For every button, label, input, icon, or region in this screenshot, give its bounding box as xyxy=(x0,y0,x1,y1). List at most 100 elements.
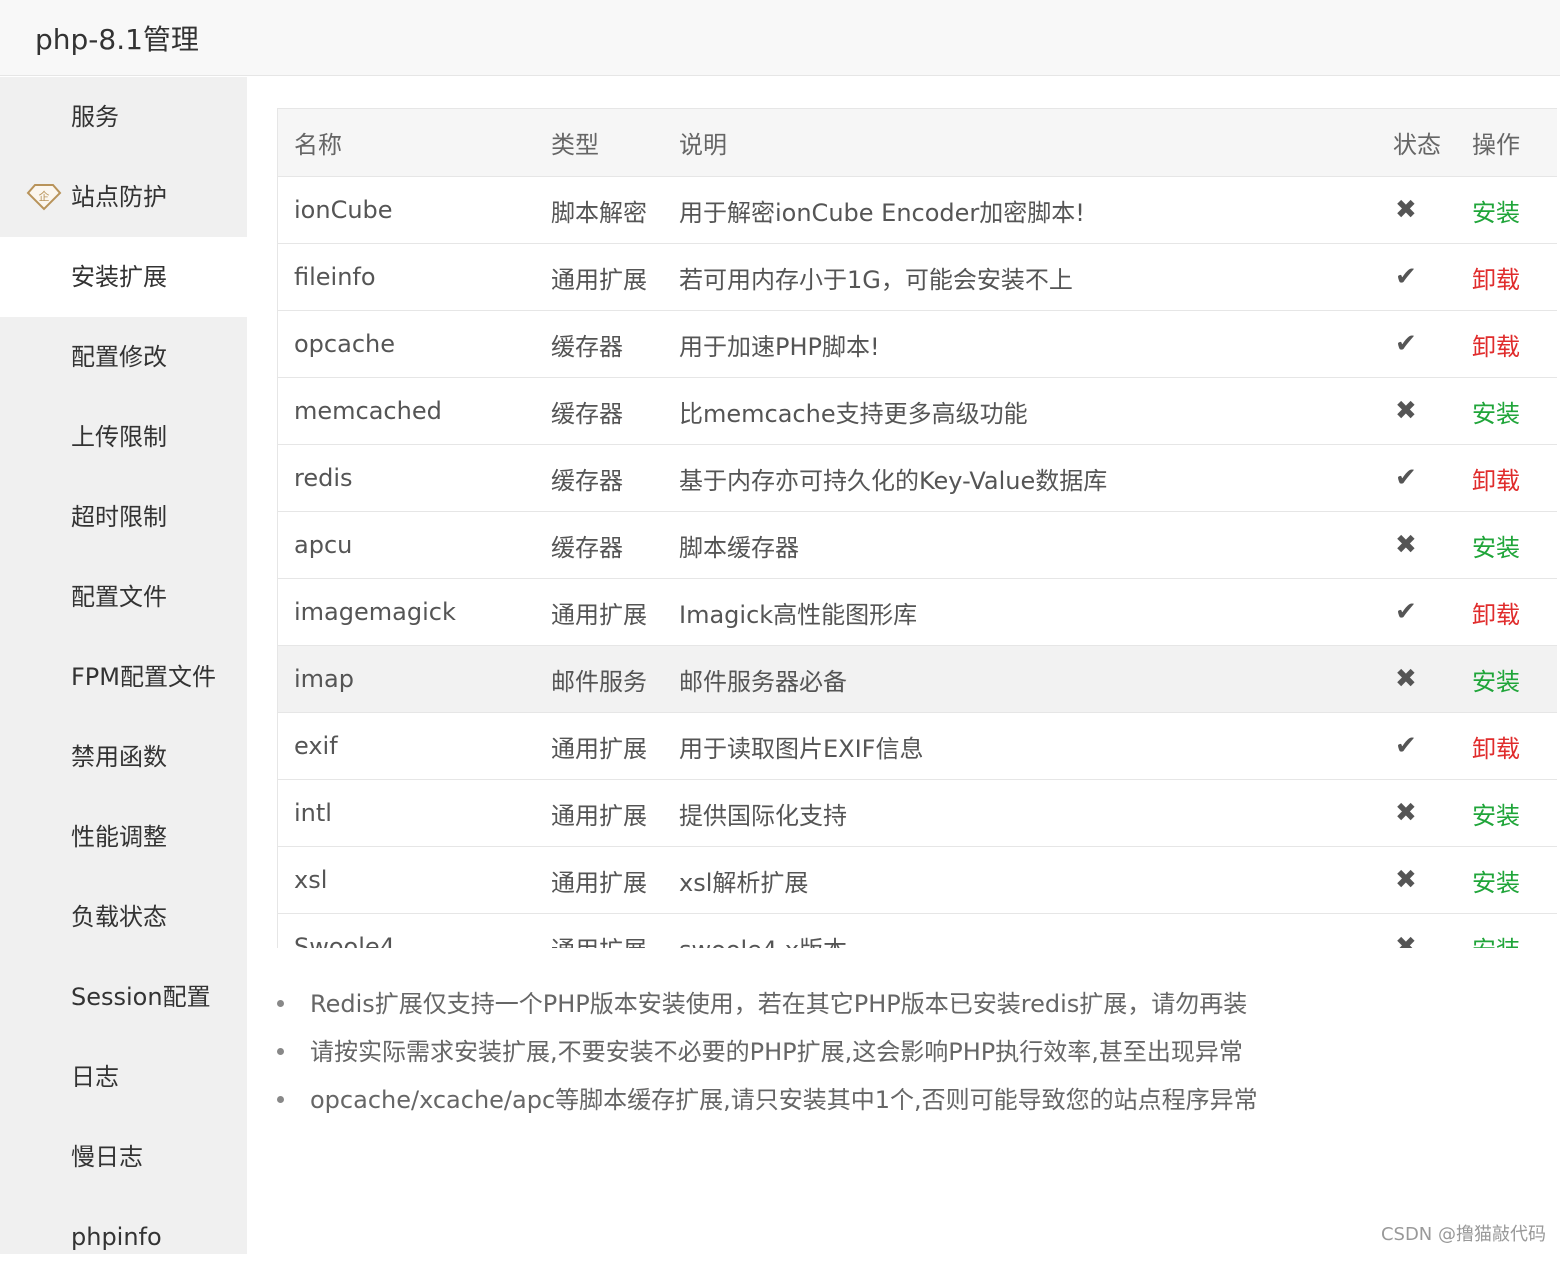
sidebar-item-label: 禁用函数 xyxy=(71,743,167,771)
not-installed-x-icon: ✖ xyxy=(1395,664,1417,694)
sidebar-item-performance-tuning[interactable]: 性能调整 xyxy=(0,797,247,877)
svg-text:企: 企 xyxy=(39,189,50,203)
extension-name: exif xyxy=(278,712,551,780)
extension-type: 邮件服务 xyxy=(551,645,679,713)
column-header-name: 名称 xyxy=(278,109,551,177)
sidebar-item-config-file[interactable]: 配置文件 xyxy=(0,557,247,637)
table-header-row: 名称 类型 说明 状态 操作 xyxy=(278,109,1557,177)
install-button[interactable]: 安装 xyxy=(1472,802,1520,830)
extension-type: 缓存器 xyxy=(551,444,679,512)
extension-name: ionCube xyxy=(278,176,551,244)
window-titlebar: php-8.1管理 xyxy=(0,0,1560,76)
not-installed-x-icon: ✖ xyxy=(1395,530,1417,560)
extension-description: 脚本缓存器 xyxy=(679,511,1393,579)
table-row: xsl 通用扩展 xsl解析扩展 ✖ 安装 xyxy=(278,846,1557,914)
uninstall-button[interactable]: 卸载 xyxy=(1472,333,1520,361)
sidebar-item-session-config[interactable]: Session配置 xyxy=(0,957,247,1037)
extension-description: xsl解析扩展 xyxy=(679,846,1393,914)
uninstall-button[interactable]: 卸载 xyxy=(1472,735,1520,763)
sidebar-item-label: FPM配置文件 xyxy=(71,663,216,691)
table-row: exif 通用扩展 用于读取图片EXIF信息 ✔ 卸载 xyxy=(278,712,1557,780)
extension-type: 缓存器 xyxy=(551,377,679,445)
extension-description: 用于解密ionCube Encoder加密脚本! xyxy=(679,176,1393,244)
uninstall-button[interactable]: 卸载 xyxy=(1472,266,1520,294)
sidebar-item-label: 负载状态 xyxy=(71,903,167,931)
extension-description: swoole4.x版本 xyxy=(679,913,1393,948)
sidebar-item-label: 性能调整 xyxy=(71,823,167,851)
sidebar-item-fpm-config-file[interactable]: FPM配置文件 xyxy=(0,637,247,717)
sidebar-item-service[interactable]: 服务 xyxy=(0,77,247,157)
sidebar: 服务 企 站点防护 安装扩展 配置修改 上传限制 超时限制 配置文件 FPM配置… xyxy=(0,77,247,1254)
sidebar-item-phpinfo[interactable]: phpinfo xyxy=(0,1197,247,1277)
sidebar-item-load-status[interactable]: 负载状态 xyxy=(0,877,247,957)
table-row-hovered: imap 邮件服务 邮件服务器必备 ✖ 安装 xyxy=(278,645,1557,713)
extension-type: 通用扩展 xyxy=(551,712,679,780)
tip-text: Redis扩展仅支持一个PHP版本安装使用，若在其它PHP版本已安装redis扩… xyxy=(310,990,1248,1018)
window-title: php-8.1管理 xyxy=(35,23,199,56)
extension-description: 用于加速PHP脚本! xyxy=(679,310,1393,378)
install-button[interactable]: 安装 xyxy=(1472,400,1520,428)
uninstall-button[interactable]: 卸载 xyxy=(1472,467,1520,495)
table-row: intl 通用扩展 提供国际化支持 ✖ 安装 xyxy=(278,779,1557,847)
tip-text: opcache/xcache/apc等脚本缓存扩展,请只安装其中1个,否则可能导… xyxy=(310,1086,1258,1114)
not-installed-x-icon: ✖ xyxy=(1395,865,1417,895)
extension-name: apcu xyxy=(278,511,551,579)
sidebar-item-slow-log[interactable]: 慢日志 xyxy=(0,1117,247,1197)
install-button[interactable]: 安装 xyxy=(1472,199,1520,227)
extension-type: 通用扩展 xyxy=(551,578,679,646)
sidebar-item-label: 配置修改 xyxy=(71,343,167,371)
column-header-operation: 操作 xyxy=(1472,109,1557,177)
sidebar-item-label: Session配置 xyxy=(71,983,211,1011)
extension-description: 用于读取图片EXIF信息 xyxy=(679,712,1393,780)
bullet-dot-icon xyxy=(277,1096,284,1103)
extension-name: Swoole4 xyxy=(278,913,551,948)
installed-check-icon: ✔ xyxy=(1395,731,1417,761)
tip-item: opcache/xcache/apc等脚本缓存扩展,请只安装其中1个,否则可能导… xyxy=(277,1076,1258,1124)
table-row: opcache 缓存器 用于加速PHP脚本! ✔ 卸载 xyxy=(278,310,1557,378)
sidebar-item-label: 上传限制 xyxy=(71,423,167,451)
extension-description: 提供国际化支持 xyxy=(679,779,1393,847)
install-button[interactable]: 安装 xyxy=(1472,668,1520,696)
sidebar-item-config-modify[interactable]: 配置修改 xyxy=(0,317,247,397)
sidebar-item-site-protection[interactable]: 企 站点防护 xyxy=(0,157,247,237)
sidebar-item-log[interactable]: 日志 xyxy=(0,1037,247,1117)
extension-type: 脚本解密 xyxy=(551,176,679,244)
extension-table: 名称 类型 说明 状态 操作 ionCube 脚本解密 用于解密ionCube … xyxy=(278,109,1557,948)
extension-type: 通用扩展 xyxy=(551,243,679,311)
vip-diamond-icon: 企 xyxy=(26,184,62,211)
extension-type: 缓存器 xyxy=(551,310,679,378)
uninstall-button[interactable]: 卸载 xyxy=(1472,601,1520,629)
table-row: imagemagick 通用扩展 Imagick高性能图形库 ✔ 卸载 xyxy=(278,578,1557,646)
install-button[interactable]: 安装 xyxy=(1472,869,1520,897)
extension-description: 邮件服务器必备 xyxy=(679,645,1393,713)
installed-check-icon: ✔ xyxy=(1395,597,1417,627)
extension-description: 比memcache支持更多高级功能 xyxy=(679,377,1393,445)
watermark: CSDN @撸猫敲代码 xyxy=(1380,1224,1546,1245)
extension-table-container[interactable]: 名称 类型 说明 状态 操作 ionCube 脚本解密 用于解密ionCube … xyxy=(277,108,1557,948)
sidebar-item-label: 服务 xyxy=(71,103,119,131)
extension-type: 通用扩展 xyxy=(551,913,679,948)
extension-name: xsl xyxy=(278,846,551,914)
sidebar-item-timeout-limit[interactable]: 超时限制 xyxy=(0,477,247,557)
not-installed-x-icon: ✖ xyxy=(1395,195,1417,225)
sidebar-item-disabled-functions[interactable]: 禁用函数 xyxy=(0,717,247,797)
table-row: memcached 缓存器 比memcache支持更多高级功能 ✖ 安装 xyxy=(278,377,1557,445)
tip-item: Redis扩展仅支持一个PHP版本安装使用，若在其它PHP版本已安装redis扩… xyxy=(277,980,1258,1028)
not-installed-x-icon: ✖ xyxy=(1395,932,1417,948)
not-installed-x-icon: ✖ xyxy=(1395,396,1417,426)
table-row: ionCube 脚本解密 用于解密ionCube Encoder加密脚本! ✖ … xyxy=(278,176,1557,244)
extension-description: 若可用内存小于1G，可能会安装不上 xyxy=(679,243,1393,311)
column-header-type: 类型 xyxy=(551,109,679,177)
not-installed-x-icon: ✖ xyxy=(1395,798,1417,828)
table-row: fileinfo 通用扩展 若可用内存小于1G，可能会安装不上 ✔ 卸载 xyxy=(278,243,1557,311)
sidebar-item-install-extension[interactable]: 安装扩展 xyxy=(0,237,247,317)
table-row: redis 缓存器 基于内存亦可持久化的Key-Value数据库 ✔ 卸载 xyxy=(278,444,1557,512)
extension-name: intl xyxy=(278,779,551,847)
tip-text: 请按实际需求安装扩展,不要安装不必要的PHP扩展,这会影响PHP执行效率,甚至出… xyxy=(310,1038,1243,1066)
extension-name: redis xyxy=(278,444,551,512)
sidebar-item-label: 日志 xyxy=(71,1063,119,1091)
sidebar-item-label: phpinfo xyxy=(71,1223,162,1251)
install-button[interactable]: 安装 xyxy=(1472,534,1520,562)
sidebar-item-upload-limit[interactable]: 上传限制 xyxy=(0,397,247,477)
install-button[interactable]: 安装 xyxy=(1472,936,1520,949)
